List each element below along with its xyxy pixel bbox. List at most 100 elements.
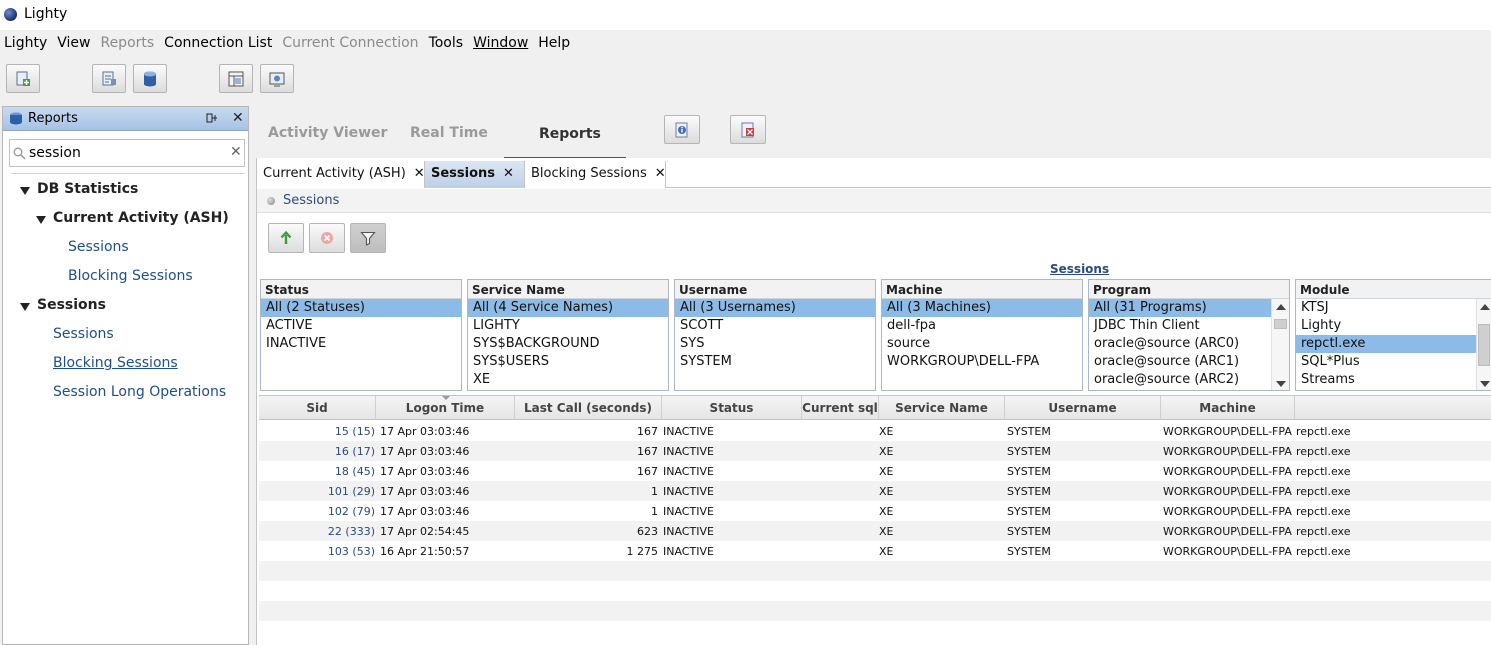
tree-group-current-activity[interactable]: Current Activity (ASH) bbox=[53, 210, 229, 226]
menu-lighty[interactable]: Lighty bbox=[0, 32, 53, 56]
column-header[interactable]: Current sql bbox=[802, 396, 879, 420]
screenshot-button[interactable] bbox=[260, 64, 294, 93]
scroll-up-icon[interactable] bbox=[1480, 304, 1490, 310]
report-tab-current-activity[interactable]: Current Activity (ASH) ✕ bbox=[257, 161, 425, 188]
filter-option[interactable]: SCOTT bbox=[675, 317, 875, 335]
table-row[interactable]: 15 (15) 17 Apr 03:03:46 167 INACTIVE XE … bbox=[259, 421, 1491, 441]
filter-option[interactable]: ACTIVE bbox=[261, 317, 461, 335]
filter-option[interactable]: All (31 Programs) bbox=[1089, 299, 1271, 317]
filter-option[interactable]: repctl.exe bbox=[1296, 335, 1476, 353]
filter-option[interactable]: All (2 Statuses) bbox=[261, 299, 461, 317]
filter-option[interactable]: dell-fpa bbox=[882, 317, 1082, 335]
filter-option[interactable]: source bbox=[882, 335, 1082, 353]
report-search-input[interactable] bbox=[29, 144, 219, 162]
close-icon[interactable]: ✕ bbox=[232, 110, 244, 126]
tab-reports[interactable]: Reports bbox=[539, 126, 601, 142]
tab-activity-viewer[interactable]: Activity Viewer bbox=[268, 125, 387, 141]
filter-option[interactable]: Streams bbox=[1296, 371, 1491, 389]
program-scrollbar[interactable] bbox=[1271, 299, 1289, 390]
table-row[interactable]: 22 (333) 17 Apr 02:54:45 623 INACTIVE XE… bbox=[259, 521, 1491, 541]
report-tab-blocking-sessions[interactable]: Blocking Sessions ✕ bbox=[525, 161, 666, 188]
filter-option[interactable]: SYS$BACKGROUND bbox=[468, 335, 668, 353]
tree-group-sessions[interactable]: Sessions bbox=[37, 297, 106, 313]
filter-option[interactable]: oracle@source (ARC2) bbox=[1089, 371, 1289, 389]
expanded-arrow-icon[interactable] bbox=[36, 216, 46, 224]
table-row[interactable]: 16 (17) 17 Apr 03:03:46 167 INACTIVE XE … bbox=[259, 441, 1491, 461]
menu-view[interactable]: View bbox=[53, 32, 96, 56]
report-tab-sessions[interactable]: Sessions ✕ bbox=[425, 161, 525, 188]
column-header[interactable]: Logon Time bbox=[376, 396, 515, 420]
filter-option[interactable]: SYS$USERS bbox=[468, 353, 668, 371]
module-scrollbar[interactable] bbox=[1476, 299, 1491, 390]
scroll-up-icon[interactable] bbox=[1276, 304, 1286, 310]
cell-sid[interactable]: 101 (29) bbox=[279, 485, 375, 498]
cell-sid[interactable]: 22 (333) bbox=[279, 525, 375, 538]
tree-group-db-statistics[interactable]: DB Statistics bbox=[37, 181, 138, 197]
close-tab-icon[interactable]: ✕ bbox=[414, 166, 425, 181]
filter-option[interactable]: INACTIVE bbox=[261, 335, 461, 353]
table-row[interactable]: 18 (45) 17 Apr 03:03:46 167 INACTIVE XE … bbox=[259, 461, 1491, 481]
column-header[interactable]: Sid bbox=[259, 396, 376, 420]
tree-item-ash-sessions[interactable]: Sessions bbox=[68, 239, 129, 255]
filter-option[interactable]: Lighty bbox=[1296, 317, 1491, 335]
close-tab-icon[interactable]: ✕ bbox=[503, 166, 514, 181]
filter-option[interactable]: SQL*Plus bbox=[1296, 353, 1491, 371]
filters-title[interactable]: Sessions bbox=[1050, 262, 1109, 276]
window-layout-button[interactable] bbox=[219, 64, 253, 93]
cell-sid[interactable]: 102 (79) bbox=[279, 505, 375, 518]
filter-option[interactable]: LIGHTY bbox=[468, 317, 668, 335]
close-report-button[interactable] bbox=[730, 115, 766, 144]
column-header[interactable]: Machine bbox=[1161, 396, 1295, 420]
column-header[interactable] bbox=[1295, 396, 1491, 420]
filter-option[interactable]: All (4 Service Names) bbox=[468, 299, 668, 317]
tree-item-session-long-operations[interactable]: Session Long Operations bbox=[53, 384, 226, 400]
filter-option[interactable]: SYS bbox=[675, 335, 875, 353]
filter-option[interactable]: WORKGROUP\DELL-FPA bbox=[882, 353, 1082, 371]
table-row[interactable]: 103 (53) 16 Apr 21:50:57 1 275 INACTIVE … bbox=[259, 541, 1491, 561]
column-header[interactable]: Username bbox=[1005, 396, 1161, 420]
menu-window[interactable]: Window bbox=[469, 32, 534, 56]
menu-help[interactable]: Help bbox=[534, 32, 576, 56]
expanded-arrow-icon[interactable] bbox=[20, 303, 30, 311]
filter-option[interactable]: JDBC Thin Client bbox=[1089, 317, 1289, 335]
filter-option[interactable]: KTSJ bbox=[1296, 299, 1491, 317]
cell-sid[interactable]: 16 (17) bbox=[279, 445, 375, 458]
cell-sid[interactable]: 103 (53) bbox=[279, 545, 375, 558]
cell-sid[interactable]: 15 (15) bbox=[279, 425, 375, 438]
filter-option[interactable]: XE bbox=[468, 371, 668, 389]
clear-search-icon[interactable]: ✕ bbox=[230, 144, 242, 160]
table-row[interactable]: 101 (29) 17 Apr 03:03:46 1 INACTIVE XE S… bbox=[259, 481, 1491, 501]
scroll-down-icon[interactable] bbox=[1276, 381, 1286, 387]
filter-option[interactable]: All (3 Machines) bbox=[882, 299, 1082, 317]
menu-tools[interactable]: Tools bbox=[425, 32, 470, 56]
scroll-thumb[interactable] bbox=[1478, 324, 1490, 366]
filter-option[interactable]: All (3 Usernames) bbox=[675, 299, 875, 317]
tree-item-ash-blocking-sessions[interactable]: Blocking Sessions bbox=[68, 268, 193, 284]
scroll-down-icon[interactable] bbox=[1480, 381, 1490, 387]
tab-real-time[interactable]: Real Time bbox=[410, 125, 488, 141]
refresh-button[interactable] bbox=[268, 223, 304, 253]
report-info-button[interactable] bbox=[664, 115, 700, 144]
cell-sid[interactable]: 18 (45) bbox=[279, 465, 375, 478]
table-row[interactable]: 102 (79) 17 Apr 03:03:46 1 INACTIVE XE S… bbox=[259, 501, 1491, 521]
menu-current-connection[interactable]: Current Connection bbox=[278, 32, 424, 56]
new-connection-button[interactable] bbox=[6, 64, 40, 93]
menu-connection-list[interactable]: Connection List bbox=[160, 32, 278, 56]
filter-button[interactable] bbox=[350, 223, 386, 253]
menu-reports[interactable]: Reports bbox=[96, 32, 160, 56]
tree-item-blocking-sessions[interactable]: Blocking Sessions bbox=[53, 355, 178, 371]
filter-option[interactable]: SYSTEM bbox=[675, 353, 875, 371]
pin-icon[interactable] bbox=[205, 111, 219, 125]
column-header[interactable]: Service Name bbox=[879, 396, 1005, 420]
scroll-thumb[interactable] bbox=[1274, 319, 1287, 329]
expanded-arrow-icon[interactable] bbox=[20, 187, 30, 195]
filter-option[interactable]: oracle@source (ARC1) bbox=[1089, 353, 1289, 371]
close-tab-icon[interactable]: ✕ bbox=[655, 166, 666, 181]
filter-option[interactable]: oracle@source (ARC0) bbox=[1089, 335, 1289, 353]
column-header[interactable]: Last Call (seconds) bbox=[515, 396, 662, 420]
column-header[interactable]: Status bbox=[662, 396, 802, 420]
stop-button[interactable] bbox=[309, 223, 345, 253]
tree-item-sessions[interactable]: Sessions bbox=[53, 326, 114, 342]
connection-properties-button[interactable] bbox=[92, 64, 126, 93]
database-button[interactable] bbox=[133, 64, 167, 93]
